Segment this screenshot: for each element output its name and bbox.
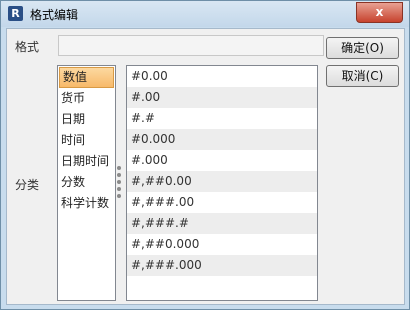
ok-button[interactable]: 确定(O): [326, 37, 399, 59]
format-item[interactable]: #0.00: [127, 66, 317, 87]
format-item[interactable]: #.00: [127, 87, 317, 108]
format-item[interactable]: #.000: [127, 150, 317, 171]
title-bar[interactable]: R 格式编辑 x: [1, 1, 409, 27]
category-item[interactable]: 日期时间: [58, 151, 115, 172]
grip-dot: [117, 194, 121, 198]
close-button[interactable]: x: [356, 2, 403, 23]
format-input[interactable]: [58, 35, 324, 56]
format-item[interactable]: #,##0.000: [127, 234, 317, 255]
splitter-handle[interactable]: [117, 166, 121, 200]
category-item[interactable]: 分数: [58, 172, 115, 193]
category-item[interactable]: 货币: [58, 88, 115, 109]
dialog-body: 格式 确定(O) 取消(C) 分类 数值 货币 日期 时间 日期时间 分数 科学计数 #0.…: [6, 28, 405, 305]
format-item[interactable]: #.#: [127, 108, 317, 129]
app-icon: R: [8, 6, 23, 21]
cancel-button[interactable]: 取消(C): [326, 65, 399, 87]
category-item[interactable]: 时间: [58, 130, 115, 151]
format-item[interactable]: #,###.000: [127, 255, 317, 276]
category-item[interactable]: 日期: [58, 109, 115, 130]
grip-dot: [117, 180, 121, 184]
category-item[interactable]: 科学计数: [58, 193, 115, 214]
format-list[interactable]: #0.00 #.00 #.# #0.000 #.000 #,##0.00 #,###.00 #…: [126, 65, 318, 301]
category-label: 分类: [15, 178, 40, 192]
format-item[interactable]: #,###.00: [127, 192, 317, 213]
window-title: 格式编辑: [30, 8, 79, 22]
grip-dot: [117, 173, 121, 177]
category-item[interactable]: 数值: [59, 67, 114, 88]
format-edit-dialog: R 格式编辑 x 格式 确定(O) 取消(C) 分类 数值 货币 日期 时间 日期时间分…: [0, 0, 410, 310]
format-item[interactable]: #0.000: [127, 129, 317, 150]
format-item[interactable]: #,##0.00: [127, 171, 317, 192]
format-item[interactable]: #,###.#: [127, 213, 317, 234]
format-label: 格式: [15, 40, 40, 54]
grip-dot: [117, 166, 121, 170]
grip-dot: [117, 187, 121, 191]
category-list[interactable]: 数值 货币 日期 时间 日期时间 分数 科学计数: [57, 65, 116, 301]
